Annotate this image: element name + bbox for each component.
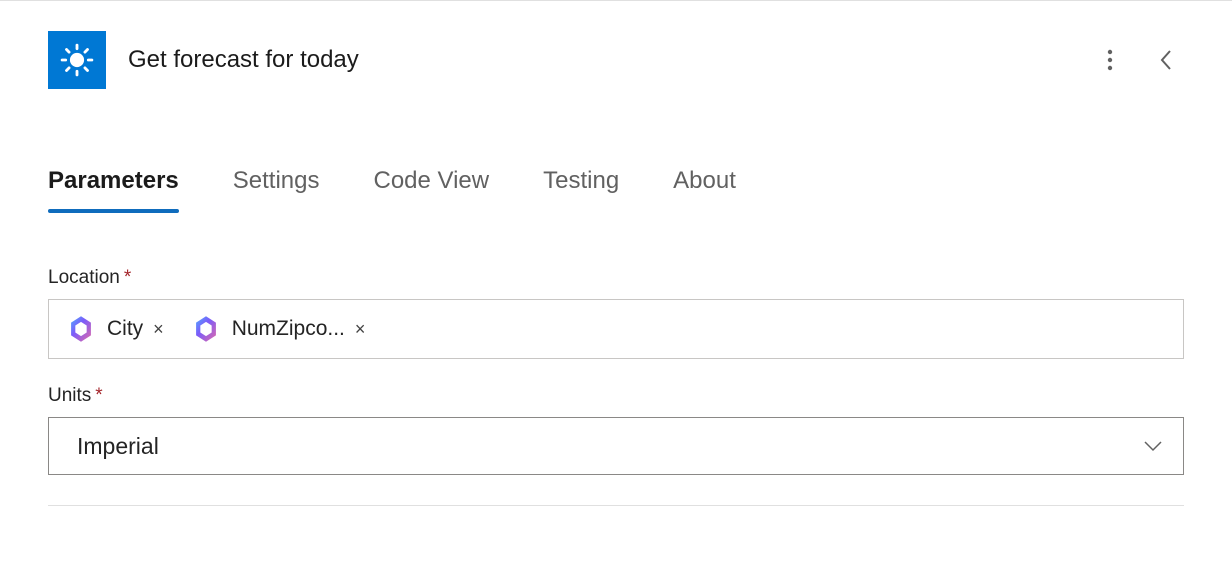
more-options-button[interactable]: [1092, 42, 1128, 78]
sun-icon: [60, 43, 94, 77]
location-input[interactable]: City ×: [48, 299, 1184, 359]
parameters-form: Location*: [48, 267, 1184, 506]
chevron-down-icon: [1143, 440, 1163, 452]
field-location: Location*: [48, 267, 1184, 359]
action-panel: Get forecast for today: [0, 0, 1232, 536]
close-icon: ×: [355, 319, 366, 339]
tab-about[interactable]: About: [673, 167, 736, 211]
token-label: NumZipco...: [232, 317, 345, 341]
panel-header: Get forecast for today: [48, 31, 1184, 89]
tab-parameters[interactable]: Parameters: [48, 167, 179, 211]
required-indicator: *: [124, 267, 131, 288]
location-label: Location*: [48, 267, 1184, 289]
token-remove-button[interactable]: ×: [151, 319, 170, 340]
close-icon: ×: [153, 319, 164, 339]
token-zipcode[interactable]: NumZipco... ×: [184, 309, 376, 349]
header-actions: [1092, 42, 1184, 78]
units-select[interactable]: Imperial: [48, 417, 1184, 475]
action-connector-icon: [48, 31, 106, 89]
units-label: Units*: [48, 385, 1184, 407]
action-title: Get forecast for today: [128, 46, 359, 74]
field-units: Units* Imperial: [48, 385, 1184, 475]
tab-settings[interactable]: Settings: [233, 167, 320, 211]
copilot-icon: [188, 311, 224, 347]
more-vertical-icon: [1107, 48, 1113, 72]
token-remove-button[interactable]: ×: [353, 319, 372, 340]
chevron-left-icon: [1159, 48, 1173, 72]
required-indicator: *: [95, 385, 102, 406]
token-label: City: [107, 317, 143, 341]
tab-testing[interactable]: Testing: [543, 167, 619, 211]
section-divider: [48, 505, 1184, 506]
units-value: Imperial: [77, 433, 159, 460]
token-city[interactable]: City ×: [59, 309, 174, 349]
tab-code-view[interactable]: Code View: [373, 167, 489, 211]
copilot-icon: [63, 311, 99, 347]
tab-list: Parameters Settings Code View Testing Ab…: [48, 167, 1184, 211]
collapse-button[interactable]: [1148, 42, 1184, 78]
